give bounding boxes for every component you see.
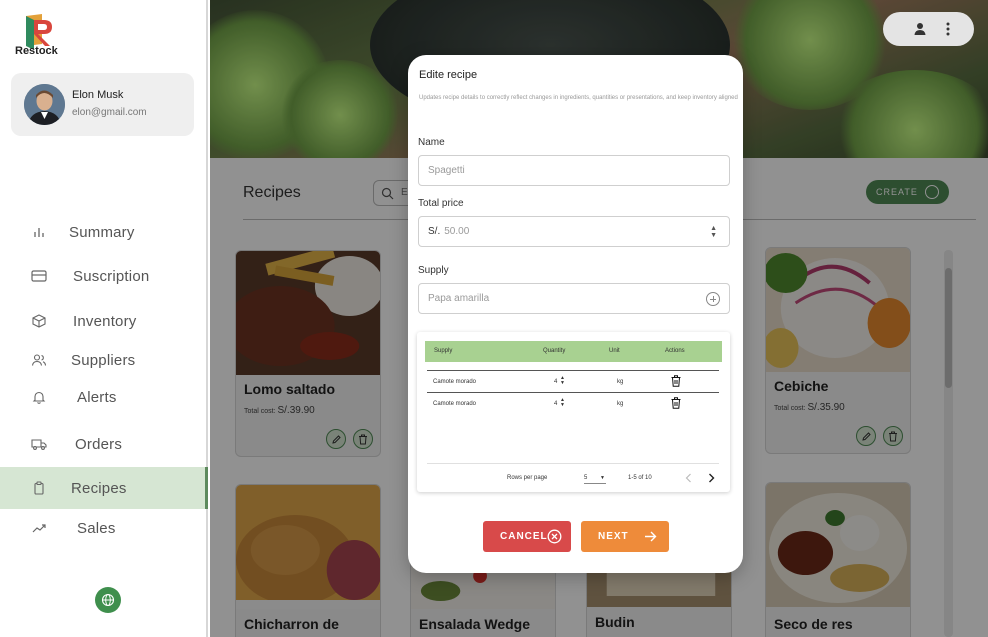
nav-label: Alerts <box>77 388 117 406</box>
avatar <box>24 84 65 125</box>
nav-item-recipes[interactable]: Recipes <box>0 467 208 509</box>
quantity-stepper[interactable]: ▲ ▼ <box>560 398 565 408</box>
table-row: Camote morado 4 ▲ ▼ kg <box>427 392 719 414</box>
language-button[interactable] <box>95 587 121 613</box>
nav-label: Summary <box>69 223 135 241</box>
cell-supply: Camote morado <box>433 401 477 407</box>
name-field[interactable]: Spagetti <box>418 155 730 186</box>
profile-card[interactable]: Elon Musk elon@gmail.com <box>11 73 194 136</box>
nav-label: Sales <box>77 519 116 537</box>
edit-recipe-dialog: Edite recipe Updates recipe details to c… <box>408 55 743 573</box>
pagination-range: 1-5 of 10 <box>628 475 652 481</box>
cancel-button[interactable]: CANCEL <box>483 521 571 552</box>
bell-icon <box>31 389 47 405</box>
nav-item-suppliers[interactable]: Suppliers <box>0 341 208 379</box>
clipboard-icon <box>31 480 47 496</box>
dialog-title: Edite recipe <box>419 69 478 81</box>
column-header: Actions <box>665 348 685 354</box>
users-icon <box>31 352 47 368</box>
price-label: Total price <box>418 198 464 209</box>
column-header: Supply <box>434 348 453 354</box>
supply-table: Supply Quantity Unit Actions Camote mora… <box>417 332 730 492</box>
bar-chart-icon <box>31 224 47 240</box>
next-button[interactable]: NEXT <box>581 521 669 552</box>
sidebar: Restock Elon Musk elon@gmail.com Summary… <box>0 0 208 637</box>
more-vertical-icon[interactable] <box>945 22 951 36</box>
dialog-description: Updates recipe details to correctly refl… <box>419 95 738 101</box>
table-row: Camote morado 4 ▲ ▼ kg <box>427 370 719 392</box>
nav-item-suscription[interactable]: Suscription <box>0 257 208 295</box>
nav-label: Suppliers <box>71 351 136 369</box>
trending-up-icon <box>31 520 47 536</box>
nav-item-alerts[interactable]: Alerts <box>0 378 208 416</box>
nav-item-orders[interactable]: Orders <box>0 425 208 463</box>
user-icon <box>914 23 926 35</box>
cell-unit: kg <box>617 379 624 385</box>
name-placeholder: Spagetti <box>428 165 465 176</box>
chevron-left-icon[interactable] <box>685 473 692 483</box>
nav-label: Suscription <box>73 267 150 285</box>
truck-icon <box>31 436 47 452</box>
next-label: NEXT <box>598 531 629 542</box>
app-name: Restock <box>15 45 58 57</box>
cancel-label: CANCEL <box>500 531 548 542</box>
caret-down-icon: ▼ <box>600 475 605 481</box>
profile-name: Elon Musk <box>72 89 124 101</box>
supply-placeholder: Papa amarilla <box>428 293 490 304</box>
number-stepper[interactable]: ▲ ▼ <box>710 225 717 239</box>
column-header: Unit <box>609 348 620 354</box>
credit-card-icon <box>31 268 47 284</box>
cell-unit: kg <box>617 401 624 407</box>
supply-label: Supply <box>418 265 449 276</box>
nav-label: Recipes <box>71 479 127 497</box>
rows-per-page-label: Rows per page <box>507 475 548 481</box>
rows-per-page-select[interactable]: 5 ▼ <box>584 475 606 484</box>
name-label: Name <box>418 137 445 148</box>
chevron-right-icon[interactable] <box>708 473 715 483</box>
nav-item-inventory[interactable]: Inventory <box>0 302 208 340</box>
cell-quantity[interactable]: 4 <box>554 379 557 385</box>
column-header: Quantity <box>543 348 566 354</box>
nav-item-summary[interactable]: Summary <box>0 213 208 251</box>
table-header: Supply Quantity Unit Actions <box>425 341 722 362</box>
trash-icon[interactable] <box>671 397 681 409</box>
trash-icon[interactable] <box>671 375 681 387</box>
arrow-right-icon <box>645 531 657 542</box>
nav-label: Orders <box>75 435 123 453</box>
quantity-stepper[interactable]: ▲ ▼ <box>560 376 565 386</box>
add-circle-icon[interactable] <box>706 292 720 306</box>
nav-label: Inventory <box>73 312 137 330</box>
user-menu[interactable] <box>883 12 974 46</box>
cell-supply: Camote morado <box>433 379 477 385</box>
currency-prefix: S/. <box>428 226 441 237</box>
globe-icon <box>101 593 115 607</box>
supply-field[interactable]: Papa amarilla <box>418 283 730 314</box>
profile-email: elon@gmail.com <box>72 107 147 118</box>
price-value: 50.00 <box>444 226 470 237</box>
close-circle-icon <box>547 529 562 544</box>
divider <box>427 463 719 464</box>
box-icon <box>31 313 47 329</box>
cell-quantity[interactable]: 4 <box>554 401 557 407</box>
price-field[interactable]: S/. 50.00 ▲ ▼ <box>418 216 730 247</box>
nav-item-sales[interactable]: Sales <box>0 509 208 547</box>
